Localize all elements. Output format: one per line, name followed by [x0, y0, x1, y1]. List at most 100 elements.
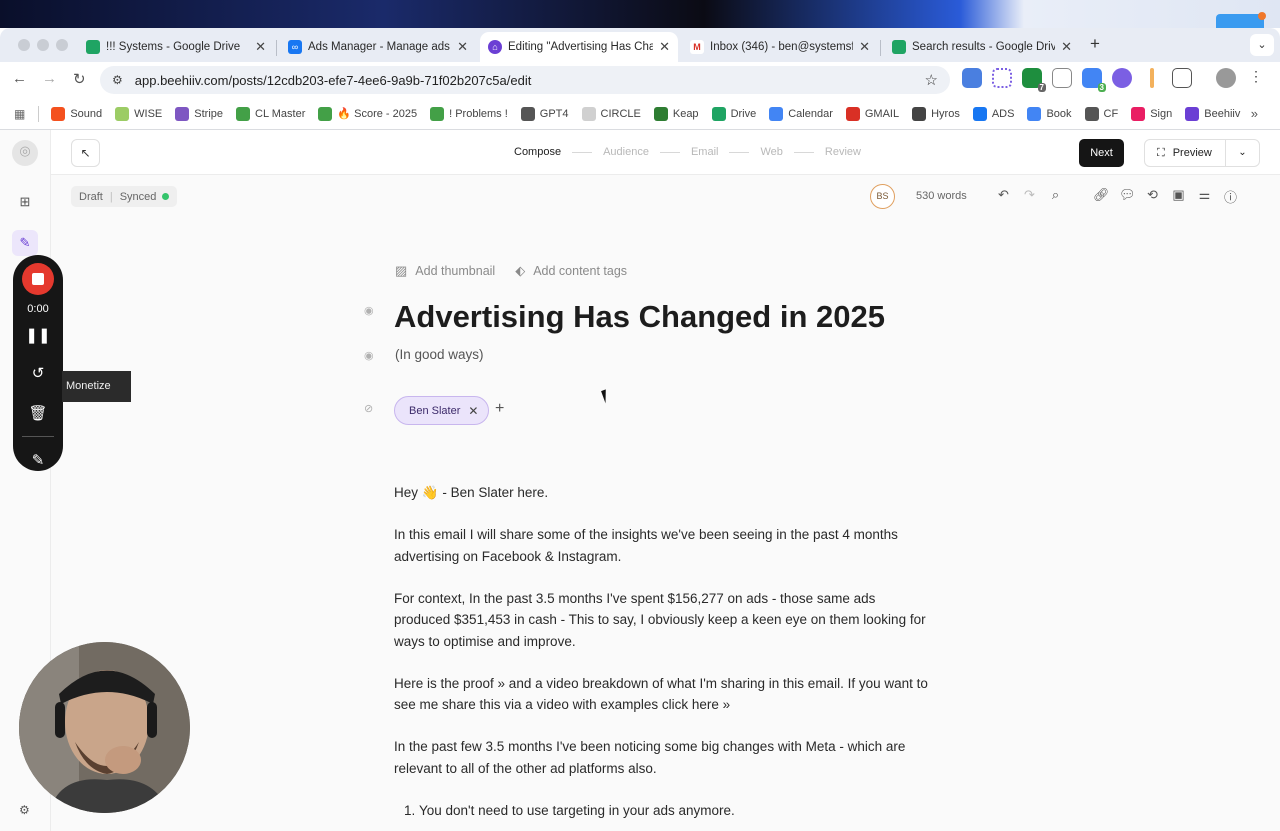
eye-icon[interactable]: ◉ [364, 349, 374, 362]
close-icon[interactable]: ✕ [457, 39, 468, 55]
search-icon[interactable]: ⌕ [1048, 187, 1063, 206]
bookmark-item[interactable]: CF [1084, 106, 1118, 121]
step-compose[interactable]: Compose [514, 146, 561, 158]
stop-recording-button[interactable] [22, 263, 54, 295]
post-body[interactable]: Hey 👋 - Ben Slater here. In this email I… [394, 482, 934, 821]
bookmark-item[interactable]: Hyros [912, 106, 960, 121]
tab-ads-manager[interactable]: ∞ Ads Manager - Manage ads - ✕ [280, 32, 476, 62]
address-bar[interactable]: ⚙ app.beehiiv.com/posts/12cdb203-efe7-4e… [100, 66, 950, 94]
bookmark-favicon-icon [115, 106, 130, 121]
site-settings-icon[interactable]: ⚙ [112, 73, 123, 87]
bookmark-item[interactable]: Drive [711, 106, 756, 121]
notification-dot [1258, 12, 1266, 20]
post-subtitle[interactable]: (In good ways) [395, 347, 484, 362]
pencil-extension-icon[interactable] [1150, 68, 1154, 88]
puzzle-icon[interactable] [1172, 68, 1192, 88]
delete-icon[interactable]: 🗑︎ [13, 404, 63, 422]
sheets-extension-icon[interactable]: 7 [1022, 68, 1046, 92]
save-icon[interactable]: ▣ [1171, 187, 1186, 206]
exit-editor-button[interactable]: ↖ [71, 139, 100, 167]
draw-pen-icon[interactable]: ✎ [13, 451, 63, 469]
bookmark-item[interactable]: ! Problems ! [430, 106, 508, 121]
redo-icon[interactable]: ↷ [1022, 187, 1037, 206]
bookmark-item[interactable]: GPT4 [520, 106, 569, 121]
chevron-down-icon[interactable]: ⌄ [1225, 140, 1259, 166]
compose-icon[interactable]: ✎ [12, 230, 38, 256]
draft-status: Draft | Synced [71, 186, 178, 207]
settings-sliders-icon[interactable]: ⚌ [1197, 187, 1212, 206]
extension-icon[interactable] [1112, 68, 1132, 88]
pause-icon[interactable]: ❚❚ [13, 326, 63, 344]
apps-grid-icon[interactable]: ▦ [14, 107, 25, 121]
remove-author-icon[interactable]: ✕ [468, 404, 478, 418]
bookmark-item[interactable]: Sign [1131, 106, 1172, 121]
bookmark-label: CIRCLE [600, 107, 641, 120]
step-review[interactable]: Review [825, 146, 861, 158]
step-email[interactable]: Email [691, 146, 719, 158]
extension-icon[interactable] [1052, 68, 1072, 88]
reload-icon[interactable]: ↻ [73, 70, 86, 88]
settings-icon[interactable]: ⚙ [19, 803, 30, 817]
close-icon[interactable]: ✕ [255, 39, 266, 55]
add-thumbnail-button[interactable]: ▨ Add thumbnail [395, 263, 495, 279]
step-web[interactable]: Web [760, 146, 782, 158]
add-author-button[interactable]: + [495, 400, 504, 418]
tab-beehiiv-editor[interactable]: ⌂ Editing "Advertising Has Char ✕ [480, 32, 678, 62]
post-title[interactable]: Advertising Has Changed in 2025 [394, 299, 885, 335]
forward-icon[interactable]: → [42, 70, 57, 87]
bookmark-favicon-icon [1131, 106, 1146, 121]
bookmark-item[interactable]: Beehiiv [1185, 106, 1240, 121]
preview-button[interactable]: ⛶ Preview ⌄ [1144, 139, 1260, 167]
translate-icon[interactable] [962, 68, 982, 88]
restart-icon[interactable]: ↺ [13, 364, 63, 382]
bookmark-item[interactable]: CL Master [236, 106, 305, 121]
bookmark-item[interactable]: CIRCLE [581, 106, 641, 121]
close-icon[interactable]: ✕ [859, 39, 870, 55]
bookmark-item[interactable]: Stripe [175, 106, 223, 121]
profile-avatar[interactable] [1216, 68, 1236, 88]
tab-systems-drive[interactable]: !!! Systems - Google Drive ✕ [78, 32, 274, 62]
dashboard-grid-icon[interactable]: ⊞ [14, 191, 36, 213]
eye-icon[interactable]: ◉ [364, 304, 374, 317]
help-icon[interactable]: ⓘ [1223, 187, 1238, 206]
window-controls[interactable] [18, 39, 68, 51]
editor-tools: ↶ ↷ ⌕ 🔗︎ 💬︎ ⟲ ▣ ⚌ ⓘ [996, 187, 1238, 206]
close-icon[interactable]: ✕ [659, 39, 670, 55]
bookmark-favicon-icon [912, 106, 927, 121]
bookmark-item[interactable]: Keap [653, 106, 699, 121]
undo-icon[interactable]: ↶ [996, 187, 1011, 206]
kebab-menu-icon[interactable]: ⋮ [1246, 68, 1266, 88]
bookmark-label: Hyros [931, 107, 960, 120]
collaborator-avatar[interactable]: BS [870, 184, 895, 209]
author-chip[interactable]: Ben Slater ✕ [394, 396, 490, 425]
back-icon[interactable]: ← [12, 70, 27, 87]
paragraph: In the past few 3.5 months I've been not… [394, 739, 906, 776]
bookmark-item[interactable]: GMAIL [845, 106, 899, 121]
link-icon[interactable]: 🔗︎ [1093, 187, 1110, 206]
bookmarks-overflow-icon[interactable]: » [1251, 106, 1258, 121]
bookmark-favicon-icon [581, 106, 596, 121]
history-icon[interactable]: ⟲ [1145, 187, 1160, 206]
eye-off-icon[interactable]: ⊘ [364, 402, 373, 415]
new-tab-button[interactable]: + [1090, 34, 1100, 54]
close-icon[interactable]: ✕ [1061, 39, 1072, 55]
tab-gmail-inbox[interactable]: M Inbox (346) - ben@systemsfo ✕ [682, 32, 878, 62]
workspace-logo-icon[interactable]: ◎ [12, 140, 38, 166]
bookmark-item[interactable]: 🔥 Score - 2025 [318, 106, 417, 121]
bookmark-star-icon[interactable]: ☆ [925, 71, 938, 89]
bookmark-item[interactable]: Sound [51, 106, 102, 121]
webcam-bubble[interactable] [19, 642, 190, 813]
sparkle-icon[interactable] [992, 68, 1012, 88]
tab-drive-search[interactable]: Search results - Google Drive ✕ [884, 32, 1080, 62]
bookmark-item[interactable]: WISE [115, 106, 162, 121]
extension-icon[interactable]: 3 [1082, 68, 1106, 92]
next-button[interactable]: Next [1079, 139, 1124, 167]
add-tags-button[interactable]: ⬖ Add content tags [515, 263, 627, 279]
tab-search-button[interactable]: ⌄ [1250, 34, 1274, 56]
bookmark-item[interactable]: Calendar [769, 106, 833, 121]
bookmark-item[interactable]: Book [1027, 106, 1072, 121]
comment-icon[interactable]: 💬︎ [1119, 187, 1136, 206]
bookmark-favicon-icon [972, 106, 987, 121]
step-audience[interactable]: Audience [603, 146, 649, 158]
bookmark-item[interactable]: ADS [972, 106, 1014, 121]
